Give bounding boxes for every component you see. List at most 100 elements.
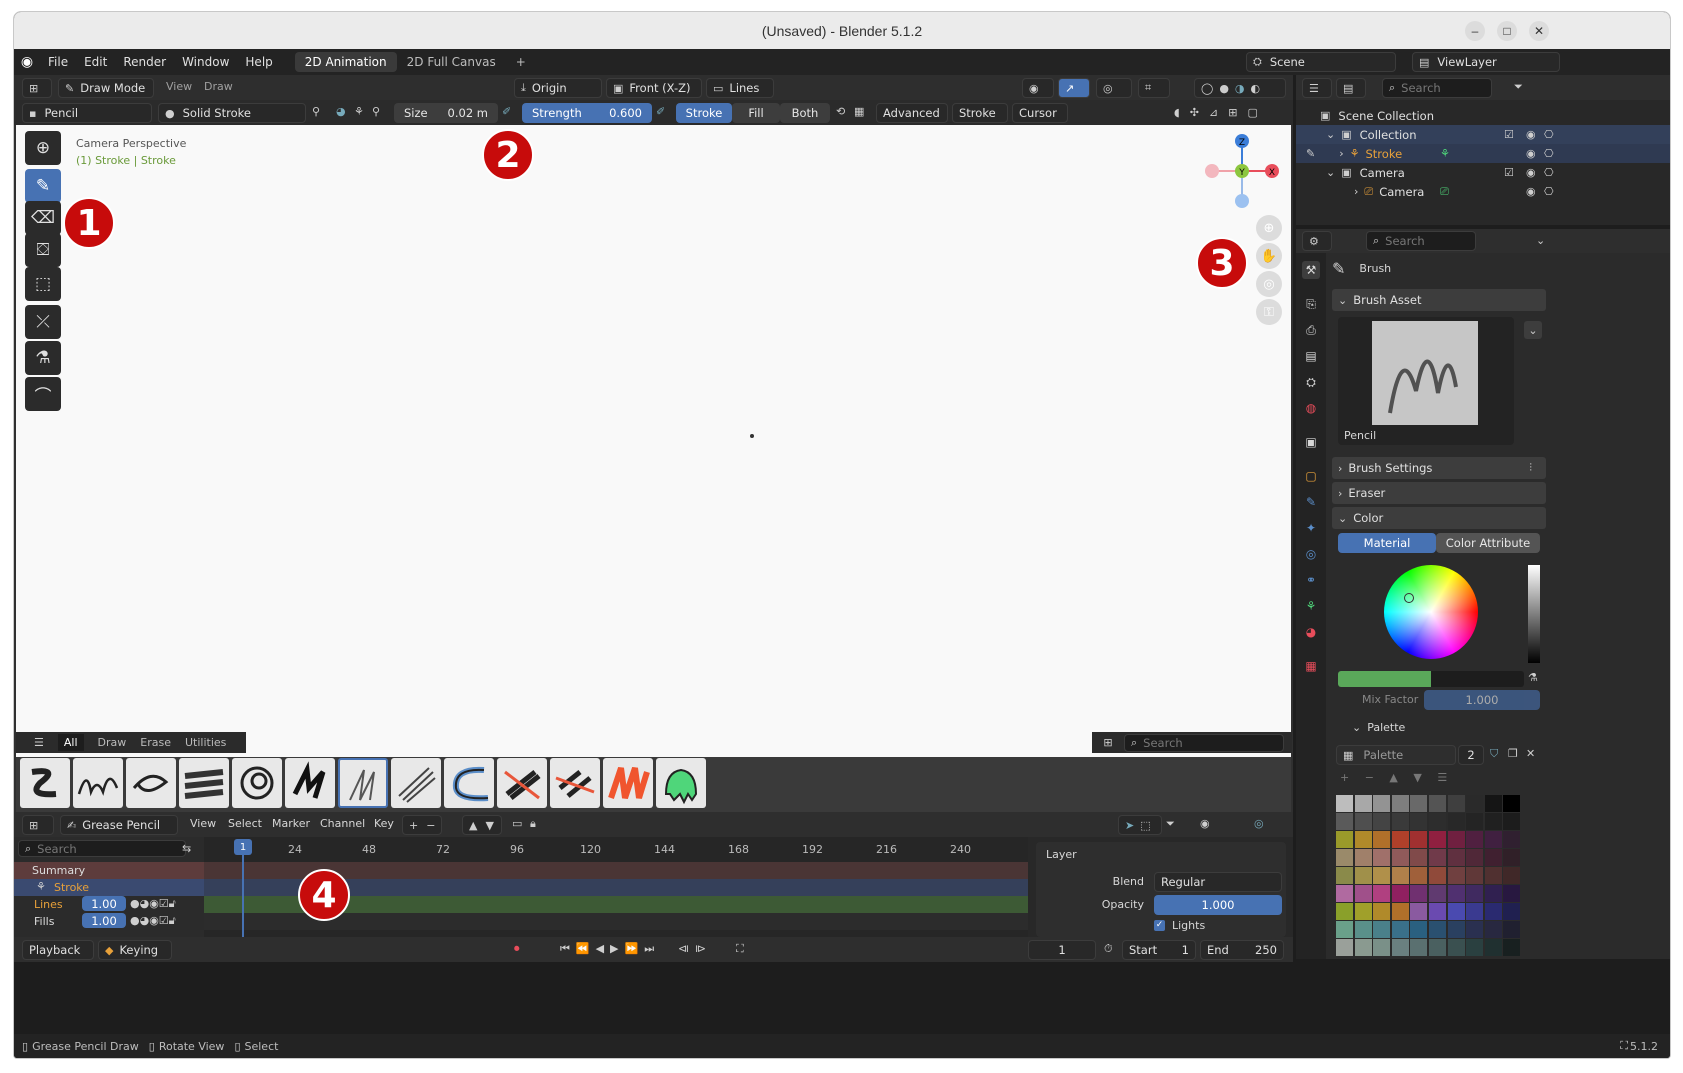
start-frame-field[interactable]: Start 1 [1122, 940, 1196, 960]
brush-settings-sliders-icon[interactable]: ⫶ [1529, 461, 1532, 475]
properties-options-icon[interactable]: ⌄ [1536, 234, 1545, 247]
minimize-button[interactable]: – [1465, 21, 1485, 41]
brush-thumb-pencil[interactable] [338, 758, 388, 808]
palette-swatch[interactable] [1391, 813, 1409, 830]
palette-swatch[interactable] [1466, 795, 1484, 812]
eyedropper-icon[interactable]: ⚗ [1528, 671, 1538, 684]
shelf-tab-utilities[interactable]: Utilities [185, 736, 226, 749]
palette-swatch[interactable] [1391, 939, 1409, 956]
modifier-tab-icon[interactable]: ✎ [1302, 493, 1320, 511]
brush-thumb-marker[interactable] [126, 758, 176, 808]
draw-tool[interactable]: ✎ [25, 169, 61, 203]
gp-data-icon[interactable]: ⚘ [1440, 147, 1450, 160]
camera-render-icon[interactable]: ⎔ [1544, 185, 1554, 198]
camera-view-icon[interactable]: ◎ [1256, 271, 1282, 297]
shading-modes[interactable]: ◯ ● ◑ ◐ [1194, 78, 1286, 98]
maximize-button[interactable]: □ [1497, 21, 1517, 41]
layer-move[interactable]: ▲ ▼ [462, 815, 502, 835]
material-tab-icon[interactable]: ◕ [1302, 623, 1320, 641]
palette-swatch[interactable] [1354, 903, 1372, 920]
palette-swatch[interactable] [1336, 795, 1353, 812]
palette-swatch[interactable] [1466, 831, 1484, 848]
palette-swatch[interactable] [1336, 939, 1353, 956]
palette-swatch[interactable] [1373, 903, 1391, 920]
frame-icon[interactable]: ▢ [1247, 106, 1257, 119]
palette-swatch[interactable] [1447, 813, 1465, 830]
opacity-field[interactable]: 1.000 [1154, 895, 1282, 915]
timeline-editor-type[interactable]: ⊞ [22, 815, 54, 835]
palette-swatch[interactable] [1466, 903, 1484, 920]
palette-swatch[interactable] [1503, 867, 1521, 884]
projection-selector[interactable]: ▣ Front (X-Z) [606, 78, 702, 98]
menu-edit[interactable]: Edit [76, 55, 115, 69]
palette-swatch[interactable] [1410, 921, 1428, 938]
outliner-camera-object[interactable]: › ⎚ Camera ⎚ ◉ ⎔ [1296, 182, 1670, 201]
arrow-up-icon[interactable]: ▲ [469, 819, 477, 832]
color-wheel[interactable] [1384, 565, 1478, 659]
mix-factor-field[interactable]: 1.000 [1424, 690, 1540, 710]
keyframe-area[interactable]: 24 48 72 96 120 144 168 192 216 240 1 4 [204, 837, 1028, 937]
stroke-eye-icon[interactable]: ◉ [1526, 147, 1536, 160]
mode-fill-button[interactable]: Fill [732, 103, 780, 123]
outliner-search[interactable]: ⌕ Search [1382, 78, 1492, 98]
camera-data-icon[interactable]: ⎚ [1440, 185, 1449, 199]
timeline-mode-selector[interactable]: ✍ Grease Pencil [60, 815, 178, 835]
physics-tab-icon[interactable]: ◎ [1302, 545, 1320, 563]
blender-logo-icon[interactable]: ◉ [14, 54, 40, 70]
texture-tab-icon[interactable]: ▦ [1302, 657, 1320, 675]
palette-swatch[interactable] [1410, 813, 1428, 830]
chevron-down-icon[interactable]: ⌄ [1326, 166, 1335, 179]
palette-swatch[interactable] [1484, 867, 1502, 884]
stroke-camera-icon[interactable]: ⎔ [1544, 147, 1554, 160]
brush-asset-menu-icon[interactable]: ⌄ [1524, 321, 1542, 339]
palette-swatch[interactable] [1503, 849, 1521, 866]
zoom-icon[interactable]: ⊕ [1256, 215, 1282, 241]
auto-merge-icon[interactable]: ⟲ [836, 105, 845, 118]
palette-swatch[interactable] [1466, 813, 1484, 830]
interpolate-tool[interactable]: ⌒ [25, 377, 61, 411]
rendered-shading-icon[interactable]: ◐ [1251, 82, 1261, 95]
palette-swatch[interactable] [1354, 939, 1372, 956]
palette-swatch[interactable] [1447, 903, 1465, 920]
palette-swatch[interactable] [1484, 921, 1502, 938]
brush-asset-preview[interactable]: Pencil [1338, 317, 1514, 445]
palette-swatch[interactable] [1391, 867, 1409, 884]
collection-checkbox-icon[interactable]: ☑ [1504, 128, 1514, 141]
channel-summary[interactable]: Summary [14, 862, 204, 879]
brush-thumb-tint[interactable] [656, 758, 706, 808]
palette-swatch[interactable] [1391, 795, 1409, 812]
palette-swatch[interactable] [1373, 867, 1391, 884]
palette-swatch[interactable] [1410, 885, 1428, 902]
layer-panel-title[interactable]: Layer [1046, 848, 1077, 861]
add-remove-keyframe[interactable]: + − [402, 815, 442, 835]
collection-camera-icon[interactable]: ⎔ [1544, 128, 1554, 141]
workspace-tab-2d-full-canvas[interactable]: 2D Full Canvas [397, 52, 506, 72]
gizmo-toggle[interactable]: ↗ [1058, 78, 1090, 98]
palette-swatch[interactable] [1410, 831, 1428, 848]
color-panel-header[interactable]: ⌄ Color [1332, 507, 1546, 529]
fake-user-icon[interactable]: ⛉ [1490, 747, 1498, 761]
size-field[interactable]: Size 0.02 m [394, 103, 498, 123]
strength-pressure-icon[interactable]: ✐ [656, 105, 665, 118]
channel-stroke[interactable]: ⚘ Stroke [14, 879, 204, 896]
origin-selector[interactable]: ⤓ Origin [514, 78, 602, 98]
outliner-scene-collection[interactable]: ▣ Scene Collection [1296, 106, 1670, 125]
unlink-icon[interactable]: ✕ [1526, 747, 1535, 760]
palette-swatch[interactable] [1484, 939, 1502, 956]
layer-type-selector[interactable]: ▭ Lines [706, 78, 774, 98]
blend-selector[interactable]: Regular [1154, 872, 1282, 892]
palette-swatch[interactable] [1373, 831, 1391, 848]
palette-swatch[interactable] [1503, 813, 1521, 830]
palette-swatch[interactable] [1484, 903, 1502, 920]
lock-icon[interactable]: 🔒︎ [530, 817, 536, 831]
proportional-icon[interactable]: ⊿ [1209, 106, 1218, 119]
palette-swatch[interactable] [1484, 849, 1502, 866]
viewport-canvas[interactable]: Camera Perspective (1) Stroke | Stroke ⊕… [16, 125, 1291, 757]
palette-swatch[interactable] [1484, 885, 1502, 902]
filter-tools[interactable]: ➤ ⬚ [1118, 815, 1162, 835]
palette-swatch[interactable] [1336, 867, 1353, 884]
size-pressure-icon[interactable]: ✐ [502, 105, 511, 118]
outliner-collection[interactable]: ⌄ ▣ Collection ☑ ◉ ⎔ [1296, 125, 1670, 144]
constraints-tab-icon[interactable]: ⚭ [1302, 571, 1320, 589]
menu-help[interactable]: Help [237, 55, 280, 69]
